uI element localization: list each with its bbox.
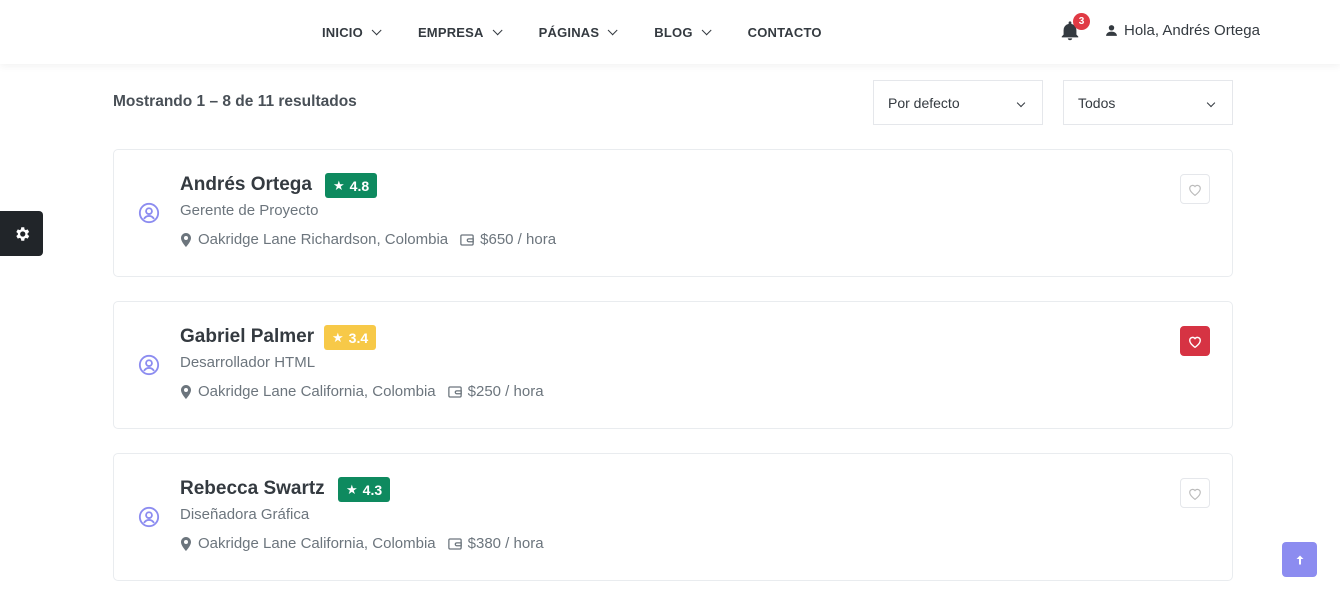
map-pin-icon (181, 384, 191, 399)
candidate-name[interactable]: Gabriel Palmer (180, 326, 314, 348)
nav-item-contacto[interactable]: CONTACTO (748, 25, 822, 40)
back-to-top-button[interactable] (1282, 542, 1317, 577)
user-menu[interactable]: Hola, Andrés Ortega (1105, 22, 1260, 39)
favorite-button[interactable] (1180, 174, 1210, 204)
nav-item-label: PÁGINAS (538, 24, 600, 40)
sort-select-value: Por defecto (888, 94, 960, 111)
nav-item-inicio[interactable]: INICIO (322, 24, 382, 40)
nav-item-label: INICIO (322, 24, 363, 40)
candidate-role: Gerente de Proyecto (180, 202, 319, 219)
rating-badge: ★ 3.4 (324, 325, 377, 350)
candidate-card: Rebecca Swartz ★ 4.3 Diseñadora Gráfica … (113, 453, 1233, 581)
rating-value: 4.3 (362, 481, 383, 498)
star-icon: ★ (346, 481, 358, 497)
chevron-down-icon (492, 24, 503, 35)
candidate-rate: $650 / hora (480, 231, 557, 248)
favorite-button[interactable] (1180, 326, 1210, 356)
candidate-role: Desarrollador HTML (180, 354, 316, 371)
star-icon: ★ (332, 329, 344, 345)
candidate-meta: Oakridge Lane Richardson, Colombia $650 … (180, 231, 556, 248)
candidate-role: Diseñadora Gráfica (180, 506, 310, 523)
candidate-name[interactable]: Andrés Ortega (180, 174, 312, 196)
top-navbar: INICIO EMPRESA PÁGINAS BLOG CONTACTO 3 H… (0, 0, 1340, 64)
candidate-rate: $250 / hora (467, 383, 544, 400)
candidate-meta: Oakridge Lane California, Colombia $250 … (180, 383, 544, 400)
chevron-down-icon (371, 24, 382, 35)
wallet-icon (460, 233, 474, 246)
user-circle-icon (138, 506, 160, 528)
settings-toggle-button[interactable] (0, 211, 43, 256)
arrow-up-icon (1296, 555, 1303, 564)
chevron-down-icon (1206, 98, 1216, 108)
chevron-down-icon (607, 24, 618, 35)
user-greeting: Hola, Andrés Ortega (1124, 22, 1260, 39)
star-icon: ★ (333, 177, 345, 193)
filter-select[interactable]: Todos (1063, 80, 1233, 125)
wallet-icon (447, 537, 462, 550)
results-summary: Mostrando 1 – 8 de 11 resultados (113, 93, 357, 110)
heart-icon (1189, 488, 1201, 500)
rating-badge: ★ 4.3 (338, 477, 391, 502)
chevron-down-icon (701, 24, 712, 35)
rating-value: 3.4 (348, 329, 369, 346)
candidate-rate: $380 / hora (467, 535, 544, 552)
nav-item-label: EMPRESA (417, 24, 484, 40)
candidate-name[interactable]: Rebecca Swartz (180, 478, 325, 500)
candidate-card: Andrés Ortega ★ 4.8 Gerente de Proyecto … (113, 149, 1233, 277)
rating-badge: ★ 4.8 (325, 173, 378, 198)
map-pin-icon (181, 536, 191, 551)
user-icon (1106, 25, 1117, 36)
nav-item-label: BLOG (654, 24, 693, 40)
candidate-location: Oakridge Lane California, Colombia (198, 535, 436, 552)
candidate-meta: Oakridge Lane California, Colombia $380 … (180, 535, 544, 552)
candidate-location: Oakridge Lane California, Colombia (198, 383, 436, 400)
user-circle-icon (138, 354, 160, 376)
favorite-button[interactable] (1180, 478, 1210, 508)
sort-select[interactable]: Por defecto (873, 80, 1043, 125)
candidate-card: Gabriel Palmer ★ 3.4 Desarrollador HTML … (113, 301, 1233, 429)
nav-item-paginas[interactable]: PÁGINAS (538, 24, 618, 40)
map-pin-icon (181, 232, 191, 247)
notification-badge: 3 (1073, 13, 1090, 30)
nav-item-empresa[interactable]: EMPRESA (417, 24, 503, 40)
candidate-location: Oakridge Lane Richardson, Colombia (198, 231, 449, 248)
heart-icon (1189, 336, 1201, 348)
filter-select-value: Todos (1078, 94, 1116, 111)
rating-value: 4.8 (349, 177, 370, 194)
wallet-icon (447, 385, 462, 398)
user-circle-icon (138, 202, 160, 224)
nav-item-blog[interactable]: BLOG (654, 24, 712, 40)
heart-icon (1189, 184, 1201, 196)
chevron-down-icon (1016, 98, 1026, 108)
gear-icon (15, 226, 29, 241)
nav-item-label: CONTACTO (747, 24, 822, 40)
main-menu: INICIO EMPRESA PÁGINAS BLOG CONTACTO (322, 0, 822, 64)
